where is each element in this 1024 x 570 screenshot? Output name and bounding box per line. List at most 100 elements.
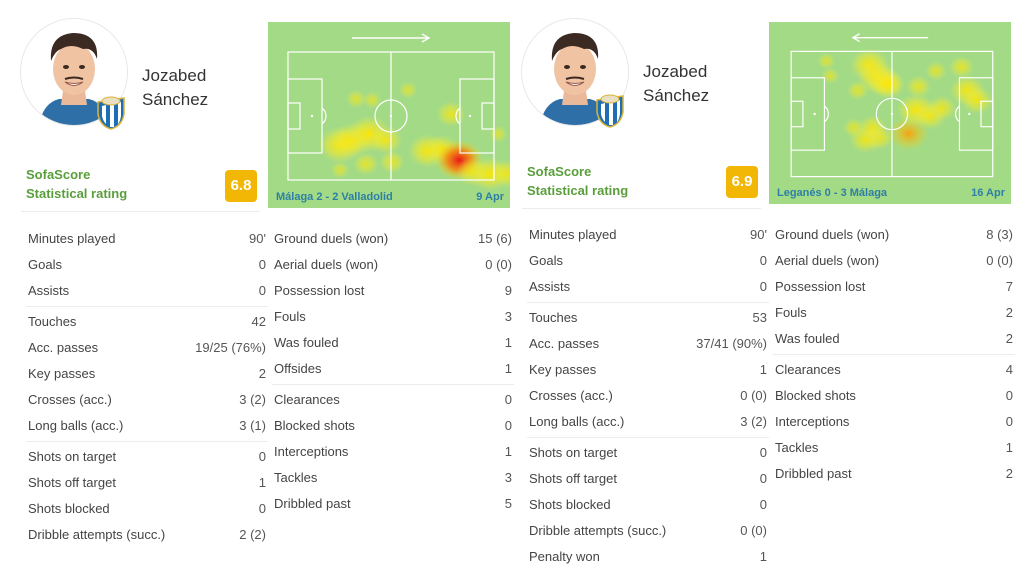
stat-row: Aerial duels (won) 0 (0) <box>775 248 1013 274</box>
stat-label: Assists <box>28 283 70 298</box>
stat-label: Was fouled <box>274 335 339 350</box>
player-panel: Jozabed Sánchez SofaScore Statistical ra… <box>519 0 1019 564</box>
heat-spot <box>817 52 836 70</box>
stat-label: Interceptions <box>775 414 850 429</box>
stat-label: Acc. passes <box>529 336 600 351</box>
stat-label: Dribble attempts (succ.) <box>28 527 166 542</box>
right-goal-box <box>481 102 495 130</box>
stat-row: Fouls 3 <box>274 304 512 330</box>
stat-row: Dribble attempts (succ.) 0 (0) <box>529 518 767 544</box>
match-date: 16 Apr <box>971 187 1005 199</box>
stat-row: Dribbled past 5 <box>274 491 512 517</box>
stat-value: 2 <box>1005 305 1013 320</box>
header-divider <box>522 208 761 209</box>
heatmap-card[interactable]: Málaga 2 - 2 Valladolid 9 Apr <box>268 22 510 208</box>
stat-group-divider <box>527 302 769 303</box>
stat-group-divider <box>773 354 1015 355</box>
stat-label: Shots on target <box>529 445 618 460</box>
heatmap-card[interactable]: Leganés 0 - 3 Málaga 16 Apr <box>769 22 1011 204</box>
stat-value: 2 <box>1005 331 1013 346</box>
rating-badge[interactable]: 6.8 <box>225 170 257 202</box>
stat-value: 0 (0) <box>485 257 512 272</box>
player-first-name: Jozabed <box>142 66 207 85</box>
heat-spot <box>842 117 865 138</box>
stat-label: Was fouled <box>775 331 840 346</box>
stat-row: Goals 0 <box>28 252 266 278</box>
rating-label-text: Statistical rating <box>527 183 629 198</box>
center-spot <box>389 114 393 118</box>
heat-spot <box>488 125 508 143</box>
player-name[interactable]: Jozabed Sánchez <box>643 60 709 108</box>
stat-row: Long balls (acc.) 3 (2) <box>529 409 767 435</box>
stat-label: Acc. passes <box>28 340 99 355</box>
stat-row: Was fouled 1 <box>274 330 512 356</box>
rating-label-brand: SofaScore <box>26 167 91 182</box>
stat-row: Penalty won 1 <box>529 544 767 570</box>
stat-value: 0 (0) <box>986 253 1013 268</box>
stat-label: Touches <box>529 310 578 325</box>
stat-row: Dribble attempts (succ.) 2 (2) <box>28 522 266 548</box>
stat-label: Crosses (acc.) <box>28 392 112 407</box>
stat-value: 3 (1) <box>239 418 266 433</box>
stat-label: Shots off target <box>529 471 617 486</box>
stat-value: 0 (0) <box>740 388 767 403</box>
stats-column-general: Minutes played 90' Goals 0 Assists 0 Touches 53… <box>527 222 769 570</box>
match-label[interactable]: Málaga 2 - 2 Valladolid <box>276 191 393 203</box>
heat-spot <box>330 161 350 179</box>
heat-spot <box>352 152 380 176</box>
stat-group-divider <box>527 437 769 438</box>
stat-row: Touches 42 <box>28 309 266 335</box>
stat-value: 15 (6) <box>478 231 512 246</box>
stat-label: Possession lost <box>274 283 365 298</box>
stat-row: Tackles 1 <box>775 435 1013 461</box>
stats-column-duels: Ground duels (won) 15 (6) Aerial duels (wo… <box>272 226 514 517</box>
stat-row: Ground duels (won) 8 (3) <box>775 222 1013 248</box>
stat-row: Clearances 4 <box>775 357 1013 383</box>
stat-value: 0 <box>759 445 767 460</box>
heat-spot <box>398 81 418 99</box>
stat-value: 5 <box>504 496 512 511</box>
stat-value: 0 <box>759 279 767 294</box>
stat-value: 3 (2) <box>740 414 767 429</box>
stat-label: Interceptions <box>274 444 349 459</box>
stat-label: Minutes played <box>28 231 116 246</box>
player-header: Jozabed Sánchez SofaScore Statistical ra… <box>519 0 761 213</box>
stat-label: Key passes <box>28 366 96 381</box>
stat-row: Shots blocked 0 <box>28 496 266 522</box>
stat-value: 9 <box>504 283 512 298</box>
stat-value: 1 <box>759 549 767 564</box>
match-label[interactable]: Leganés 0 - 3 Málaga <box>777 187 887 199</box>
rating-badge[interactable]: 6.9 <box>726 166 758 198</box>
player-name[interactable]: Jozabed Sánchez <box>142 64 208 112</box>
stat-label: Touches <box>28 314 77 329</box>
stat-value: 53 <box>752 310 767 325</box>
stat-row: Key passes 1 <box>529 357 767 383</box>
stat-value: 0 <box>258 257 266 272</box>
stat-value: 1 <box>504 444 512 459</box>
left-penalty-arc <box>321 107 327 125</box>
stat-row: Tackles 3 <box>274 465 512 491</box>
stat-label: Tackles <box>775 440 819 455</box>
stat-value: 1 <box>504 361 512 376</box>
stat-group-divider <box>272 384 514 385</box>
center-spot <box>890 112 894 116</box>
stat-row: Offsides 1 <box>274 356 512 382</box>
stat-row: Minutes played 90' <box>529 222 767 248</box>
stat-label: Ground duels (won) <box>274 231 389 246</box>
heat-spot <box>960 86 994 115</box>
stat-label: Dribbled past <box>775 466 852 481</box>
stat-row: Was fouled 2 <box>775 326 1013 352</box>
stat-value: 0 <box>504 418 512 433</box>
stat-value: 1 <box>504 335 512 350</box>
stats-column-general: Minutes played 90' Goals 0 Assists 0 Touches 42… <box>26 226 268 548</box>
stat-group-divider <box>26 306 268 307</box>
player-last-name: Sánchez <box>142 90 209 109</box>
stat-row: Blocked shots 0 <box>775 383 1013 409</box>
player-header: Jozabed Sánchez SofaScore Statistical ra… <box>18 0 260 213</box>
stat-value: 3 (2) <box>239 392 266 407</box>
stat-label: Shots blocked <box>529 497 611 512</box>
stat-value: 2 <box>1005 466 1013 481</box>
rating-label: SofaScore Statistical rating <box>26 165 127 203</box>
stat-value: 90' <box>249 231 266 246</box>
stat-label: Ground duels (won) <box>775 227 890 242</box>
